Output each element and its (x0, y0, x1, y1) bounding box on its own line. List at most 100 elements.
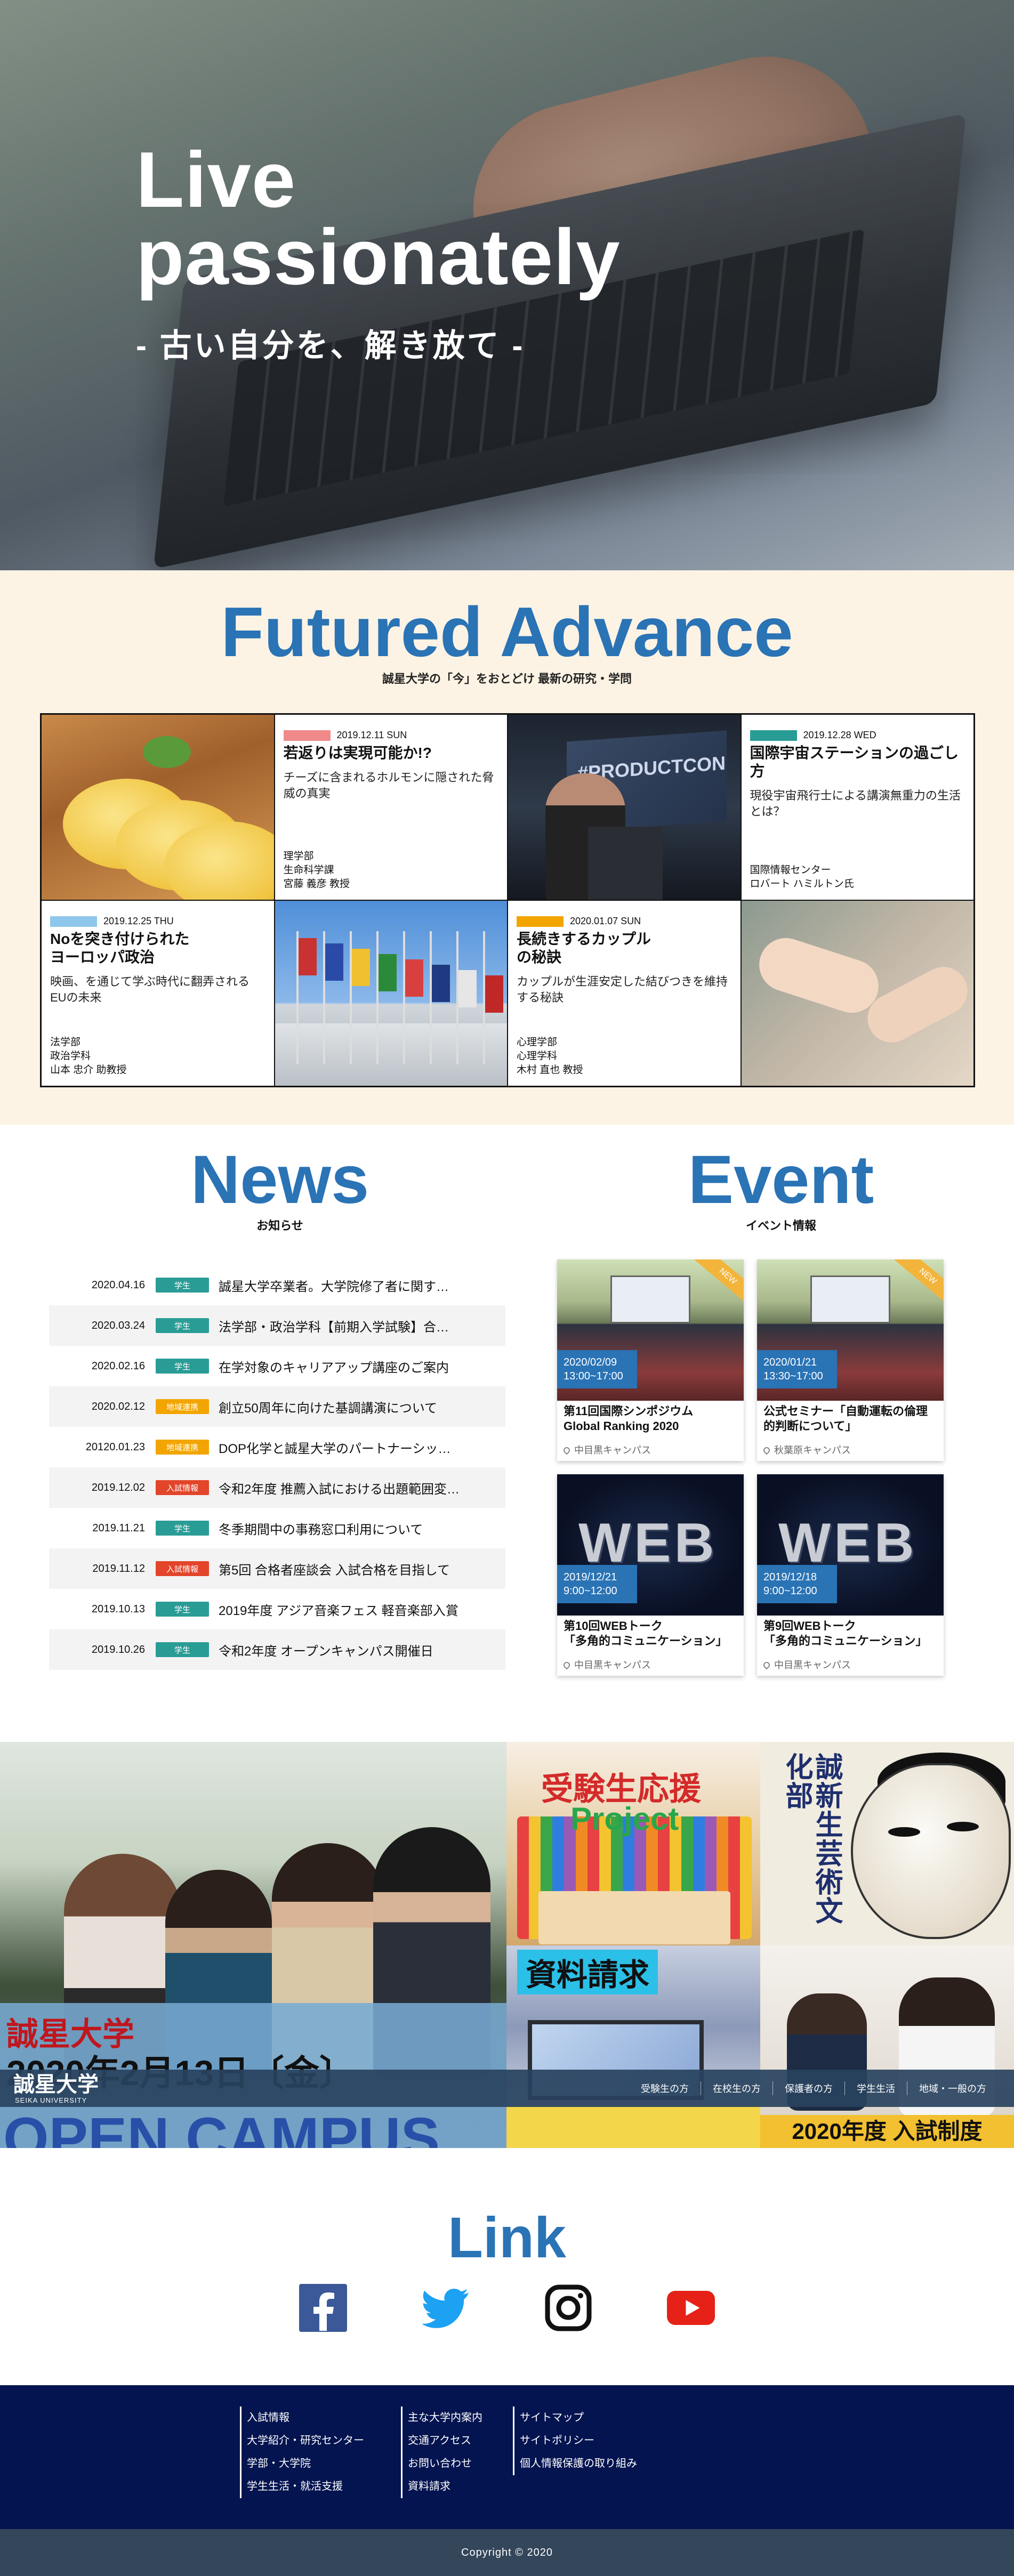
event-location: 中目黒キャンパス (562, 1658, 651, 1671)
site-logo-en: SEIKA UNIVERSITY (15, 2096, 87, 2104)
event-location: 秋葉原キャンパス (762, 1443, 851, 1457)
footer-link[interactable]: 入試情報 (240, 2407, 364, 2429)
web-talk-image: WEB 2019/12/18 9:00~12:00 (757, 1474, 944, 1616)
futured-title: Futured Advance (221, 593, 793, 671)
art-culture-club-tile[interactable]: 誠新生芸術文化部 (760, 1742, 1014, 1945)
news-category-badge: 学生 (156, 1521, 209, 1536)
event-title: Event (688, 1142, 874, 1218)
news-category-badge: 学生 (156, 1318, 209, 1333)
footer-link[interactable]: サイトポリシー (513, 2429, 637, 2452)
hero-subtitle: - 古い自分を、解き放て - (136, 328, 525, 364)
news-category-badge: 学生 (156, 1278, 209, 1293)
card-meta: 国際情報センター ロバート ハミルトン氏 (750, 865, 854, 890)
campus-promo-section: 誠星大学 2020年2月13日〔金〕 OPEN CAMPUS 受験生応援 Pro… (0, 1742, 1014, 2148)
research-card[interactable]: 2019.12.25 THU Noを突き付けられた ヨーロッパ政治 映画、を通じ… (41, 900, 275, 1086)
footer-link[interactable]: サイトマップ (513, 2407, 637, 2429)
news-category-badge: 学生 (156, 1359, 209, 1374)
nav-link-student-life[interactable]: 学生生活 (844, 2081, 907, 2095)
site-logo[interactable]: 誠星大学 (13, 2073, 99, 2096)
lecture-hall-image: NEW 2020/01/21 13:30~17:00 (757, 1259, 944, 1401)
news-item[interactable]: 2019.10.13 学生 2019年度 アジア音楽フェス 軽音楽部入賞 (49, 1589, 505, 1629)
card-title: 若返りは実現可能か!? (283, 745, 432, 761)
news-date: 2020.02.16 (91, 1360, 145, 1372)
news-item[interactable]: 2019.11.21 学生 冬季期間中の事務窓口利用について (49, 1508, 505, 1548)
admissions-tile[interactable]: 2020年度 入試制度 (760, 1945, 1014, 2148)
youtube-icon[interactable] (667, 2284, 715, 2332)
card-description: 現役宇宙飛行士による講演無重力の生活とは？ (750, 789, 961, 818)
hero-section: Live passionately - 古い自分を、解き放て - (0, 0, 1014, 570)
request-materials-tile[interactable]: 資料請求 (506, 1945, 760, 2148)
footer-link[interactable]: 資料請求 (401, 2475, 482, 2498)
event-card[interactable]: WEB 2019/12/21 9:00~12:00 第10回WEBトーク 「多角的コ… (557, 1474, 744, 1676)
news-event-section: News お知らせ Event イベント情報 2020.04.16 学生 誠星大学卒… (0, 1125, 1014, 1743)
product-talk-image[interactable]: #PRODUCTCON (508, 714, 741, 900)
card-meta: 理学部 生命科学課 宮藤 義彦 教授 (283, 851, 350, 890)
news-item[interactable]: 2020.02.12 地域連携 創立50周年に向けた基調講演について (49, 1386, 505, 1427)
footer-link[interactable]: 交通アクセス (401, 2429, 482, 2452)
footer-link[interactable]: 学部・大学院 (240, 2452, 364, 2475)
research-card[interactable]: 2019.12.11 SUN 若返りは実現可能か!? チーズに含まれるホルモンに… (274, 714, 508, 900)
card-title: 国際宇宙ステーションの過ごし方 (750, 745, 959, 779)
news-item[interactable]: 2020.04.16 学生 誠星大学卒業者。大学院修了者に関す… (49, 1265, 505, 1305)
footer-link[interactable]: 大学紹介・研究センター (240, 2429, 364, 2452)
event-datetime: 2019/12/21 9:00~12:00 (557, 1565, 637, 1603)
card-title: Noを突き付けられた ヨーロッパ政治 (50, 931, 190, 965)
footer-link[interactable]: 主な大学内案内 (401, 2407, 482, 2429)
instagram-icon[interactable] (544, 2284, 592, 2332)
category-color-bar (50, 916, 97, 927)
building (275, 1023, 508, 1086)
card-date: 2019.12.25 THU (103, 916, 174, 926)
tile-label: 資料請求 (517, 1950, 658, 1994)
news-category-badge: 地域連携 (156, 1399, 209, 1414)
nav-link-parents[interactable]: 保護者の方 (772, 2081, 844, 2095)
news-headline: 創立50周年に向けた基調講演について (219, 1401, 437, 1416)
futured-advance-section: Futured Advance 誠星大学の「今」をおとどけ 最新の研究・学問 2… (0, 570, 1014, 1125)
twitter-icon[interactable] (422, 2284, 470, 2332)
facebook-icon[interactable] (299, 2284, 347, 2332)
map-pin-icon (562, 1660, 572, 1670)
card-title: 長続きするカップル の秘訣 (517, 931, 651, 965)
footer-link[interactable]: お問い合わせ (401, 2452, 482, 2475)
hero-title: Live passionately (136, 136, 621, 301)
news-date: 20120.01.23 (85, 1441, 145, 1453)
news-item[interactable]: 2020.02.16 学生 在学対象のキャリアアップ講座のご案内 (49, 1346, 505, 1386)
footer-link[interactable]: 個人情報保護の取り組み (513, 2452, 637, 2475)
card-description: 映画、を通じて学ぶ時代に翻弄されるEUの未来 (50, 975, 250, 1004)
nav-link-community[interactable]: 地域・一般の方 (907, 2081, 998, 2095)
news-item[interactable]: 2020.03.24 学生 法学部・政治学科【前期入学試験】合… (49, 1305, 505, 1346)
event-card[interactable]: NEW 2020/02/09 13:00~17:00 第11回国際シンポジウム Gl… (557, 1259, 744, 1461)
event-subtitle: イベント情報 (745, 1219, 816, 1232)
news-item[interactable]: 2019.10.26 学生 令和2年度 オープンキャンパス開催日 (49, 1629, 505, 1670)
category-color-bar (283, 730, 331, 741)
event-card-title: 第9回WEBトーク 「多角的コミュニケーション」 (763, 1619, 928, 1648)
event-location: 中目黒キャンパス (762, 1658, 851, 1671)
news-item[interactable]: 2019.11.12 入試情報 第5回 合格者座談会 入試合格を目指して (49, 1548, 505, 1589)
event-datetime: 2020/02/09 13:00~17:00 (557, 1350, 637, 1388)
cheese-image[interactable] (41, 714, 275, 900)
link-section: Link (0, 2148, 1014, 2385)
news-item[interactable]: 20120.01.23 地域連携 DOP化学と誠星大学のパートナーシッ… (49, 1427, 505, 1467)
couple-hands-image[interactable] (741, 900, 974, 1086)
research-card[interactable]: 2019.12.28 WED 国際宇宙ステーションの過ごし方 現役宇宙飛行士によ… (741, 714, 974, 900)
card-description: チーズに含まれるホルモンに隠された脅威の真実 (283, 771, 494, 800)
news-item[interactable]: 2019.12.02 入試情報 令和2年度 推薦入試における出題範囲変… (49, 1467, 505, 1508)
news-headline: 第5回 合格者座談会 入試合格を目指して (219, 1563, 450, 1578)
nav-link-current-students[interactable]: 在校生の方 (701, 2081, 772, 2095)
event-card[interactable]: WEB 2019/12/18 9:00~12:00 第9回WEBトーク 「多角的コミ… (757, 1474, 944, 1676)
event-card[interactable]: NEW 2020/01/21 13:30~17:00 公式セミナー「自動運転の倫理… (757, 1259, 944, 1461)
nav-link-prospective[interactable]: 受験生の方 (629, 2081, 701, 2095)
map-pin-icon (762, 1660, 771, 1670)
footer-link[interactable]: 学生生活・就活支援 (240, 2475, 364, 2498)
main-navbar: 誠星大学 SEIKA UNIVERSITY 受験生の方 在校生の方 保護者の方 … (0, 2070, 1014, 2107)
news-list: 2020.04.16 学生 誠星大学卒業者。大学院修了者に関す… 2020.03.2… (49, 1265, 505, 1670)
lecture-hall-image: NEW 2020/02/09 13:00~17:00 (557, 1259, 744, 1401)
flags-image[interactable] (274, 900, 508, 1086)
exam-support-tile[interactable]: 受験生応援 Project (506, 1742, 760, 1945)
open-campus-label: OPEN CAMPUS (3, 2106, 440, 2149)
research-card[interactable]: 2020.01.07 SUN 長続きするカップル の秘訣 カップルが生涯安定した… (508, 900, 741, 1086)
social-links (0, 2284, 1014, 2332)
tile-label: 誠新生芸術文化部 (781, 1753, 842, 1925)
podium (588, 827, 663, 900)
herb-garnish (143, 736, 191, 768)
category-color-bar (517, 916, 564, 927)
